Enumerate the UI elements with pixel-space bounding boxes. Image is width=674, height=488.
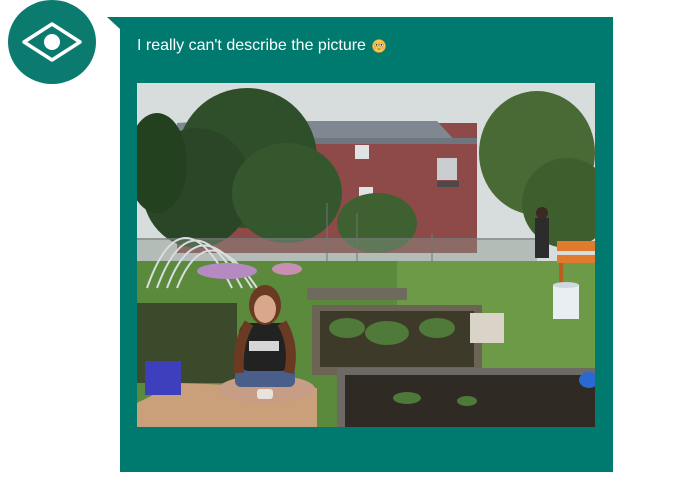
flushed-face-emoji xyxy=(372,39,386,53)
message-text: I really can't describe the picture xyxy=(137,37,366,54)
eye-diamond-icon xyxy=(22,22,82,62)
message-bubble: I really can't describe the picture xyxy=(120,17,613,472)
garden-photo[interactable] xyxy=(137,83,595,427)
message-text-row: I really can't describe the picture xyxy=(137,37,386,55)
bubble-tail xyxy=(107,17,120,29)
garden-photo-illustration xyxy=(137,83,595,427)
avatar xyxy=(8,0,96,84)
